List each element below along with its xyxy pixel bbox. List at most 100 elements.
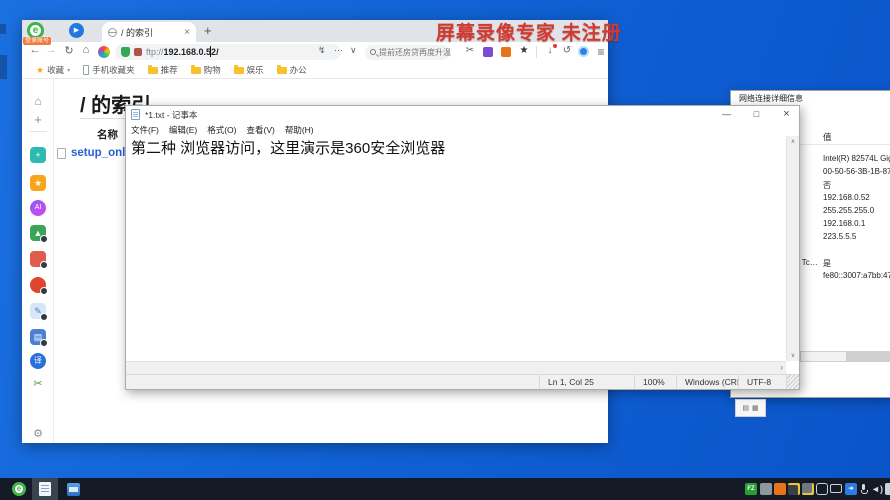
network-value-description: Intel(R) 82574L Gigab bbox=[823, 154, 890, 163]
network-details-titlebar[interactable]: 网络连接详细信息 bbox=[731, 91, 890, 105]
bookmark-label: 办公 bbox=[289, 65, 307, 75]
taskbar-network-window-button[interactable] bbox=[62, 478, 84, 500]
draw-tool-icon[interactable]: ✎ bbox=[30, 303, 48, 321]
notepad-title: *1.txt - 记事本 bbox=[145, 109, 198, 120]
app-center-icon[interactable]: + bbox=[30, 147, 46, 163]
network-value-ipv4: 192.168.0.52 bbox=[823, 193, 870, 202]
taskbar-browser-button[interactable]: e bbox=[8, 478, 30, 500]
back-button[interactable]: ← bbox=[28, 44, 42, 56]
notepad-statusbar: Ln 1, Col 25 100% Windows (CRLF) UTF-8 bbox=[126, 374, 799, 389]
translate-icon[interactable]: 译 bbox=[30, 353, 46, 369]
tray-app-icon[interactable] bbox=[788, 483, 800, 495]
pdf-tool-icon[interactable] bbox=[30, 251, 48, 269]
new-tab-button[interactable]: + bbox=[204, 23, 212, 38]
settings-gear-icon[interactable]: ⚙ bbox=[30, 426, 46, 442]
bookmark-folder-bangong[interactable]: 办公 bbox=[273, 64, 311, 76]
tray-partial-icon[interactable] bbox=[885, 483, 890, 495]
menu-icon[interactable]: ≡ bbox=[594, 45, 608, 59]
resize-grip[interactable] bbox=[786, 375, 799, 389]
close-button[interactable]: × bbox=[774, 106, 799, 123]
tray-filezilla-icon[interactable]: FZ bbox=[745, 483, 757, 495]
more-actions-icon[interactable]: ⋯ bbox=[334, 45, 343, 56]
globe-icon bbox=[108, 27, 117, 37]
bookmark-label: 娱乐 bbox=[246, 65, 264, 75]
vertical-scrollbar[interactable]: ∧ ∨ bbox=[786, 136, 799, 361]
user-avatar-icon[interactable]: ▶ bbox=[69, 23, 84, 38]
notepad-icon bbox=[39, 482, 51, 496]
shield-icon[interactable] bbox=[121, 47, 130, 57]
window-icon bbox=[66, 482, 80, 496]
add-icon[interactable]: + bbox=[30, 112, 46, 128]
menu-format[interactable]: 格式(O) bbox=[202, 124, 241, 136]
menu-view[interactable]: 查看(V) bbox=[241, 124, 279, 136]
language-bar-fragment[interactable]: ▤ ▦ bbox=[735, 399, 766, 417]
scroll-right-icon[interactable]: › bbox=[780, 363, 783, 372]
menu-file[interactable]: 文件(F) bbox=[126, 124, 164, 136]
status-zoom: 100% bbox=[634, 375, 676, 389]
undo-icon[interactable]: ↺ bbox=[560, 45, 574, 56]
forward-button[interactable]: → bbox=[44, 44, 58, 56]
office-tool-icon[interactable] bbox=[30, 277, 48, 295]
site-icon[interactable] bbox=[134, 48, 142, 56]
star-icon: ★ bbox=[36, 64, 45, 75]
tray-usb-icon[interactable] bbox=[816, 483, 828, 495]
bookmark-favorites[interactable]: ★ 收藏 ▾ bbox=[32, 64, 74, 76]
favorites-icon[interactable]: ★ bbox=[30, 175, 46, 191]
minimize-button[interactable]: — bbox=[714, 106, 739, 123]
notepad-titlebar[interactable]: *1.txt - 记事本 — □ × bbox=[126, 106, 799, 123]
bookmark-folder-tuijian[interactable]: 推荐 bbox=[144, 64, 182, 76]
extension-purple-icon[interactable] bbox=[483, 47, 493, 57]
address-bar[interactable]: ftp://192.168.0.52/ bbox=[115, 44, 341, 60]
dropdown-icon[interactable]: ∨ bbox=[350, 45, 357, 56]
tab-ftp-index[interactable]: / 的索引 × bbox=[102, 22, 196, 42]
horizontal-scrollbar[interactable]: › bbox=[126, 361, 786, 374]
notepad-window: *1.txt - 记事本 — □ × 文件(F) 编辑(E) 格式(O) 查看(… bbox=[125, 105, 800, 390]
extension-orange-icon[interactable] bbox=[501, 47, 511, 57]
tray-recorder-icon[interactable] bbox=[774, 483, 786, 495]
refresh-button[interactable]: ↻ bbox=[62, 44, 76, 57]
desktop: e 登录账号 ▶ / 的索引 × + ← → ↻ ⌂ ftp://192.168… bbox=[0, 0, 890, 500]
taskbar-notepad-button[interactable] bbox=[32, 478, 58, 500]
maximize-button[interactable]: □ bbox=[744, 106, 769, 123]
login-badge[interactable]: 登录账号 bbox=[23, 37, 52, 45]
keyboard-icon: ▦ bbox=[752, 405, 759, 412]
scroll-up-icon[interactable]: ∧ bbox=[787, 138, 799, 145]
tab-close-icon[interactable]: × bbox=[184, 27, 190, 38]
folder-icon bbox=[233, 64, 244, 74]
bookmark-phone-favorites[interactable]: 手机收藏夹 bbox=[79, 64, 139, 76]
screenshot-icon[interactable]: ✂ bbox=[463, 45, 477, 56]
desktop-icon-fragment bbox=[0, 24, 6, 34]
ai-tool-icon[interactable]: AI bbox=[30, 200, 46, 216]
browser-assistant-icon[interactable] bbox=[578, 46, 589, 57]
ai-assistant-icon[interactable] bbox=[98, 46, 110, 58]
folder-icon bbox=[147, 64, 158, 74]
scrollbar-thumb[interactable] bbox=[801, 352, 846, 361]
bookmark-folder-yule[interactable]: 娱乐 bbox=[230, 64, 268, 76]
scroll-down-icon[interactable]: ∨ bbox=[787, 352, 799, 359]
value-column-header: 值 bbox=[823, 132, 832, 142]
notepad-text-area[interactable]: 第二种 浏览器访问，这里演示是360安全浏览器 bbox=[126, 136, 786, 361]
quick-launch-icon[interactable]: ↯ bbox=[318, 45, 326, 56]
menu-help[interactable]: 帮助(H) bbox=[280, 124, 319, 136]
image-tool-icon[interactable]: ▲ bbox=[30, 225, 48, 243]
tray-transfer-icon[interactable]: ➔ bbox=[845, 483, 857, 495]
bookmark-folder-gouwu[interactable]: 购物 bbox=[187, 64, 225, 76]
tray-app2-icon[interactable] bbox=[802, 483, 814, 495]
notes-tool-icon[interactable]: ▤ bbox=[30, 329, 48, 347]
home-icon[interactable]: ⌂ bbox=[30, 93, 46, 109]
menu-edit[interactable]: 编辑(E) bbox=[164, 124, 202, 136]
scissors-icon[interactable]: ✂ bbox=[30, 376, 46, 392]
tray-usb-plug-icon[interactable] bbox=[760, 483, 772, 495]
tray-speaker-icon[interactable]: ◄) bbox=[869, 483, 885, 495]
plugins-star-icon[interactable]: ★ bbox=[517, 45, 531, 56]
search-input[interactable]: 提前还房贷再度升温 bbox=[365, 44, 451, 60]
folder-icon bbox=[276, 64, 287, 74]
chevron-down-icon: ▾ bbox=[67, 67, 71, 74]
browser-toolbar: ← → ↻ ⌂ ftp://192.168.0.52/ ↯ ⋯ ∨ 提前还房贷再… bbox=[22, 42, 608, 62]
text-caret bbox=[210, 46, 211, 57]
toolbar-divider bbox=[536, 46, 537, 58]
home-button[interactable]: ⌂ bbox=[79, 44, 93, 56]
tray-monitor-icon[interactable] bbox=[830, 484, 842, 493]
url-text[interactable]: ftp://192.168.0.52/ bbox=[146, 46, 219, 57]
folder-icon bbox=[190, 64, 201, 74]
